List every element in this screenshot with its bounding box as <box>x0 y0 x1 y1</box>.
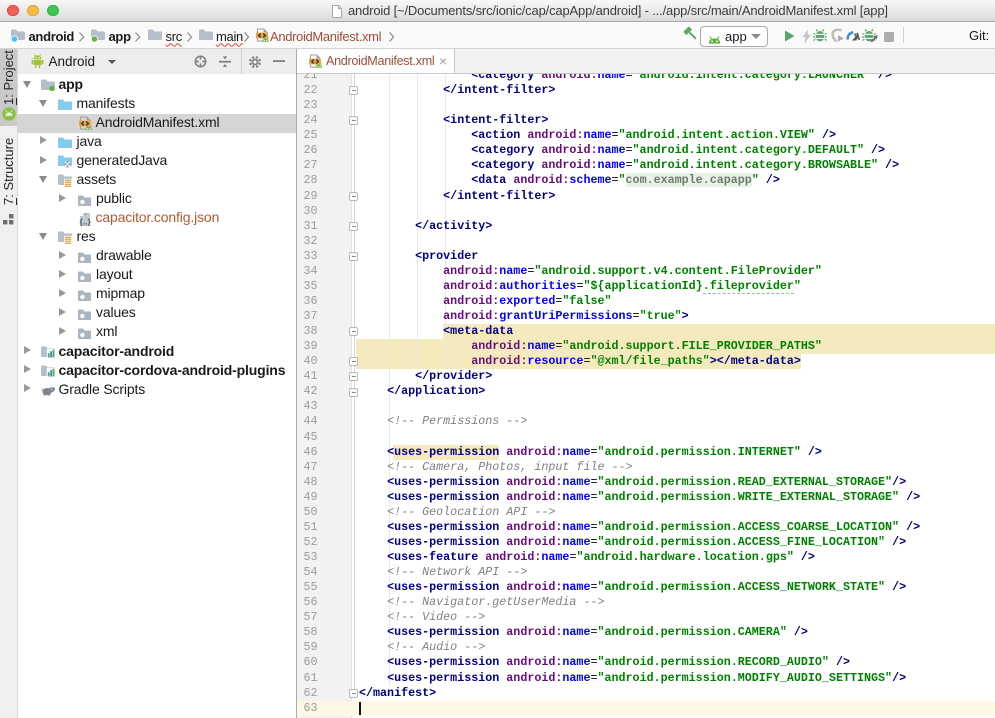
svg-text:{..}: {..} <box>79 216 91 226</box>
